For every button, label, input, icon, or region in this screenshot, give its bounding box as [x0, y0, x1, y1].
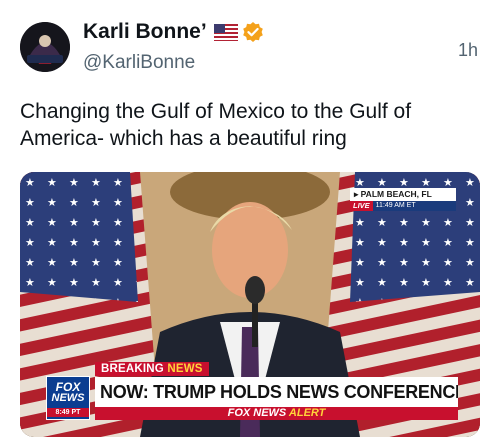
logo-news-text: NEWS: [51, 392, 85, 404]
location-text: PALM BEACH, FL: [360, 189, 432, 199]
breaking-news-label: NEWS: [167, 363, 203, 375]
avatar[interactable]: [20, 22, 70, 72]
breaking-news-tag: BREAKING NEWS: [95, 362, 209, 376]
avatar-image: [20, 22, 70, 72]
logo-time: 8:49 PT: [47, 408, 89, 417]
fox-news-alert-bar: FOX NEWS ALERT: [95, 407, 458, 420]
alert-word: ALERT: [288, 407, 326, 419]
post-timestamp[interactable]: 1h: [458, 40, 478, 61]
author-handle[interactable]: @KarliBonne: [83, 52, 195, 74]
news-headline: NOW: TRUMP HOLDS NEWS CONFERENCE: [95, 377, 458, 407]
post-text: Changing the Gulf of Mexico to the Gulf …: [20, 100, 412, 150]
verified-badge-icon[interactable]: [242, 21, 264, 43]
live-time: 11:49 AM ET: [372, 201, 456, 211]
live-label: LIVE: [350, 201, 373, 211]
us-flag-icon: [213, 23, 238, 41]
post-media[interactable]: ★ ▸ PALM BEACH, FL LIVE 11:49 AM: [20, 172, 480, 437]
location-label: ▸ PALM BEACH, FL: [350, 188, 456, 201]
fox-news-logo: FOX NEWS 8:49 PT: [46, 376, 90, 420]
breaking-label: BREAKING: [101, 363, 164, 375]
alert-brand: FOX NEWS: [227, 407, 287, 419]
live-indicator: LIVE 11:49 AM ET: [350, 201, 456, 211]
location-banner: ▸ PALM BEACH, FL LIVE 11:49 AM ET: [350, 188, 456, 211]
author-display-name-row[interactable]: Karli Bonne’: [83, 20, 264, 44]
author-display-name[interactable]: Karli Bonne’: [83, 20, 207, 44]
